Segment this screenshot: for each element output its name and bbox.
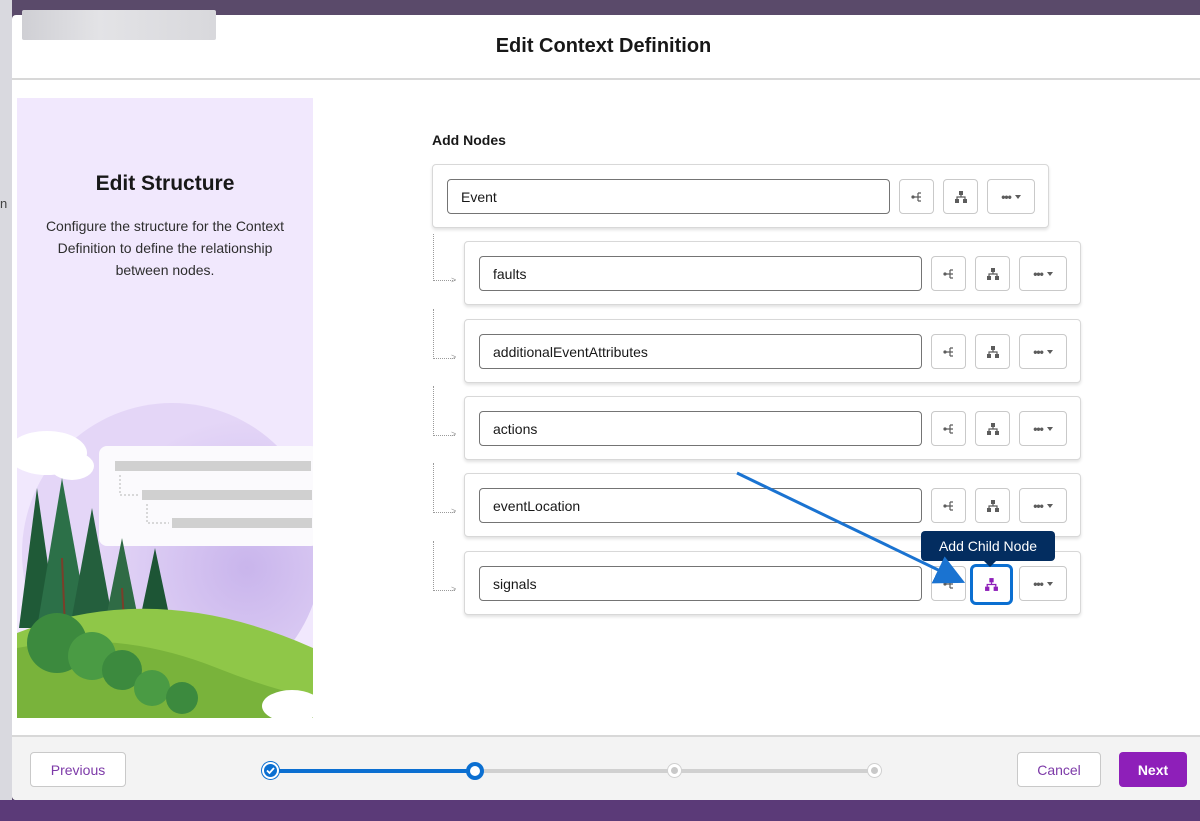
edit-context-definition-modal: Edit Context Definition Edit Structure C…: [12, 15, 1200, 800]
add-sibling-button[interactable]: [931, 488, 966, 523]
edit-structure-panel: Edit Structure Configure the structure f…: [17, 98, 313, 718]
panel-title: Edit Structure: [95, 172, 235, 195]
add-child-node-button[interactable]: [975, 411, 1010, 446]
tree-connector-arrow: >: [451, 429, 457, 439]
add-sibling-icon: [942, 346, 953, 357]
tree-connector-arrow: >: [451, 352, 457, 362]
node-name-input[interactable]: faults: [479, 256, 922, 291]
chevron-down-icon: [1046, 581, 1053, 586]
add-sibling-icon: [942, 423, 953, 434]
add-child-node-icon: [985, 578, 998, 591]
more-actions-icon: •••: [1033, 266, 1044, 281]
add-sibling-button[interactable]: [931, 256, 966, 291]
node-name-input[interactable]: eventLocation: [479, 488, 922, 523]
modal-title: Edit Context Definition: [495, 35, 712, 57]
tree-connector-arrow: >: [451, 275, 457, 285]
add-child-node-tooltip: Add Child Node: [921, 531, 1055, 567]
panel-description: Configure the structure for the Context …: [45, 218, 285, 278]
check-icon: [266, 767, 275, 775]
next-button[interactable]: Next: [1119, 752, 1187, 787]
add-sibling-icon: [942, 500, 953, 511]
add-sibling-icon: [910, 191, 921, 202]
node-card: eventLocation •••: [464, 473, 1081, 537]
cancel-button[interactable]: Cancel: [1017, 752, 1101, 787]
more-actions-button[interactable]: •••: [1019, 334, 1067, 369]
chevron-down-icon: [1046, 349, 1053, 354]
node-name-input[interactable]: Event: [447, 179, 890, 214]
add-sibling-button[interactable]: [931, 411, 966, 446]
node-card: faults •••: [464, 241, 1081, 305]
progress-step-1-complete[interactable]: [262, 762, 279, 779]
chevron-down-icon: [1046, 271, 1053, 276]
more-actions-icon: •••: [1033, 421, 1044, 436]
add-child-node-icon: [986, 422, 999, 435]
more-actions-icon: •••: [1033, 344, 1044, 359]
more-actions-button[interactable]: •••: [1019, 566, 1067, 601]
add-child-node-button[interactable]: [975, 334, 1010, 369]
add-sibling-icon: [942, 578, 953, 589]
tree-connector-arrow: >: [451, 506, 457, 516]
more-actions-button[interactable]: •••: [1019, 411, 1067, 446]
add-child-node-icon: [986, 499, 999, 512]
progress-step-4[interactable]: [868, 764, 881, 777]
chevron-down-icon: [1046, 426, 1053, 431]
background-text-fragment: n: [0, 196, 8, 211]
add-nodes-label: Add Nodes: [432, 132, 506, 148]
blurred-region: [22, 10, 216, 40]
background-app-bottom: [0, 800, 1200, 821]
previous-button[interactable]: Previous: [30, 752, 126, 787]
tree-connector: [433, 234, 455, 281]
add-sibling-icon: [942, 268, 953, 279]
forest-illustration: [17, 403, 313, 718]
add-child-node-icon: [986, 345, 999, 358]
add-sibling-button[interactable]: [931, 566, 966, 601]
add-child-node-button[interactable]: [975, 256, 1010, 291]
more-actions-icon: •••: [1033, 498, 1044, 513]
node-name-input[interactable]: actions: [479, 411, 922, 446]
more-actions-icon: •••: [1033, 576, 1044, 591]
background-app: [0, 0, 12, 821]
add-sibling-button[interactable]: [899, 179, 934, 214]
node-name-input[interactable]: additionalEventAttributes: [479, 334, 922, 369]
progress-step-3[interactable]: [668, 764, 681, 777]
add-child-node-icon: [986, 267, 999, 280]
chevron-down-icon: [1014, 194, 1021, 199]
modal-footer: Previous Cancel Next: [12, 735, 1200, 800]
chevron-down-icon: [1046, 503, 1053, 508]
add-child-node-icon: [954, 190, 967, 203]
progress-step-2-current[interactable]: [466, 762, 484, 780]
add-child-node-button[interactable]: [943, 179, 978, 214]
node-name-input[interactable]: signals: [479, 566, 922, 601]
add-sibling-button[interactable]: [931, 334, 966, 369]
add-child-node-button[interactable]: [975, 488, 1010, 523]
node-card: additionalEventAttributes •••: [464, 319, 1081, 383]
more-actions-button[interactable]: •••: [1019, 488, 1067, 523]
more-actions-button[interactable]: •••: [1019, 256, 1067, 291]
node-card-root: Event •••: [432, 164, 1049, 228]
add-child-node-button-focused[interactable]: [970, 564, 1013, 605]
progress-track-complete: [271, 769, 475, 773]
node-card: actions •••: [464, 396, 1081, 460]
tree-connector-arrow: >: [451, 584, 457, 594]
more-actions-icon: •••: [1001, 189, 1012, 204]
more-actions-button[interactable]: •••: [987, 179, 1035, 214]
